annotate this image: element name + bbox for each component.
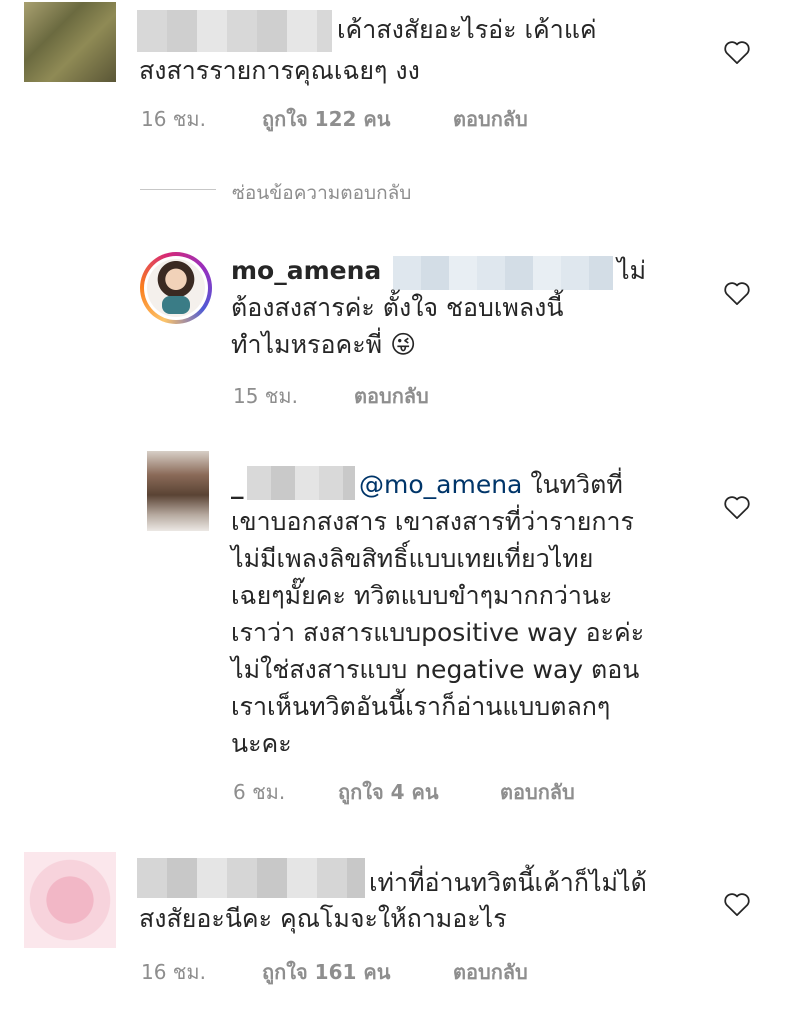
reply-text-tail: ไม่: [617, 256, 647, 285]
wink-emoji-icon: 😜: [390, 330, 417, 359]
comment-text-line2: สงสารรายการคุณเฉยๆ งง: [139, 56, 420, 85]
blurred-mention[interactable]: [393, 256, 613, 290]
mention-link[interactable]: @mo_amena: [359, 470, 522, 499]
comment-time[interactable]: 16 ชม.: [141, 956, 206, 988]
reply-time[interactable]: 15 ชม.: [233, 380, 298, 412]
reply-text: mo_amena: [231, 252, 381, 289]
like-count[interactable]: ถูกใจ 4 คน: [338, 776, 439, 808]
reply-button[interactable]: ตอบกลับ: [354, 380, 429, 412]
reply-time[interactable]: 6 ชม.: [233, 776, 285, 808]
comment-text: เท่าที่อ่านทวิตนี้เค้าก็ไม่ได้: [369, 864, 647, 901]
reply-text-line: ไม่ใช่สงสารแบบ negative way ตอน: [231, 655, 640, 684]
reply-text-line: ไม่มีเพลงลิขสิทธิ์แบบเทยเที่ยวไทย: [231, 544, 594, 573]
reply-button[interactable]: ตอบกลับ: [453, 103, 528, 135]
reply-text-line: เขาบอกสงสาร เขาสงสารที่ว่ารายการ: [231, 507, 634, 536]
reply-text: ทำไมหรอคะพี่ 😜: [231, 326, 416, 363]
heart-icon[interactable]: [723, 891, 751, 917]
comment-text: สงสารรายการคุณเฉยๆ งง: [139, 52, 420, 89]
heart-icon[interactable]: [723, 39, 751, 65]
hide-replies-divider: [140, 189, 216, 190]
username[interactable]: mo_amena: [231, 256, 381, 285]
avatar[interactable]: [24, 852, 116, 948]
hide-replies-button[interactable]: ซ่อนข้อความตอบกลับ: [232, 178, 411, 208]
blurred-username[interactable]: [137, 10, 332, 52]
reply-text: ไม่: [617, 252, 646, 289]
comment-text-line1: เท่าที่อ่านทวิตนี้เค้าก็ไม่ได้: [369, 868, 647, 897]
heart-icon[interactable]: [723, 494, 751, 520]
avatar[interactable]: [140, 252, 212, 324]
comment-text-line1: เค้าสงสัยอะไรอ่ะ เค้าแค่: [337, 15, 597, 44]
reply-text-tail: ในทวิตที่: [530, 470, 623, 499]
blurred-username[interactable]: [137, 858, 365, 898]
reply-text-line: นะคะ: [231, 729, 292, 758]
reply-text-line: เราเห็นทวิตอันนี้เราก็อ่านแบบตลกๆ: [231, 692, 611, 721]
reply-text: @mo_amena ในทวิตที่: [359, 466, 623, 503]
reply-text-line: เราว่า สงสารแบบpositive way อะค่ะ: [231, 618, 645, 647]
reply-text: เขาบอกสงสาร เขาสงสารที่ว่ารายการ ไม่มีเพ…: [231, 503, 644, 762]
comment-text-line2: สงสัยอะนีคะ คุณโมจะให้ถามอะไร: [139, 904, 507, 933]
reply-text-line2: ต้องสงสารค่ะ ตั้งใจ ชอบเพลงนี้: [231, 293, 564, 322]
avatar[interactable]: [147, 451, 209, 531]
username-prefix[interactable]: _: [231, 470, 244, 499]
avatar[interactable]: [24, 2, 116, 82]
heart-icon[interactable]: [723, 280, 751, 306]
blurred-username[interactable]: [247, 466, 355, 500]
reply-text: _: [231, 466, 244, 503]
reply-button[interactable]: ตอบกลับ: [453, 956, 528, 988]
comment-time[interactable]: 16 ชม.: [141, 107, 206, 131]
like-count[interactable]: ถูกใจ 122 คน: [262, 103, 390, 135]
reply-text: ต้องสงสารค่ะ ตั้งใจ ชอบเพลงนี้: [231, 289, 563, 326]
reply-button[interactable]: ตอบกลับ: [500, 776, 575, 808]
comment-text: เค้าสงสัยอะไรอ่ะ เค้าแค่: [337, 11, 597, 48]
reply-text-line: เฉยๆมั๊ยคะ ทวิตแบบขำๆมากกว่านะ: [231, 581, 613, 610]
like-count[interactable]: ถูกใจ 161 คน: [262, 956, 390, 988]
reply-text-line3: ทำไมหรอคะพี่: [231, 330, 383, 359]
comment-meta: 16 ชม.: [141, 103, 206, 135]
comment-text: สงสัยอะนีคะ คุณโมจะให้ถามอะไร: [139, 900, 507, 937]
